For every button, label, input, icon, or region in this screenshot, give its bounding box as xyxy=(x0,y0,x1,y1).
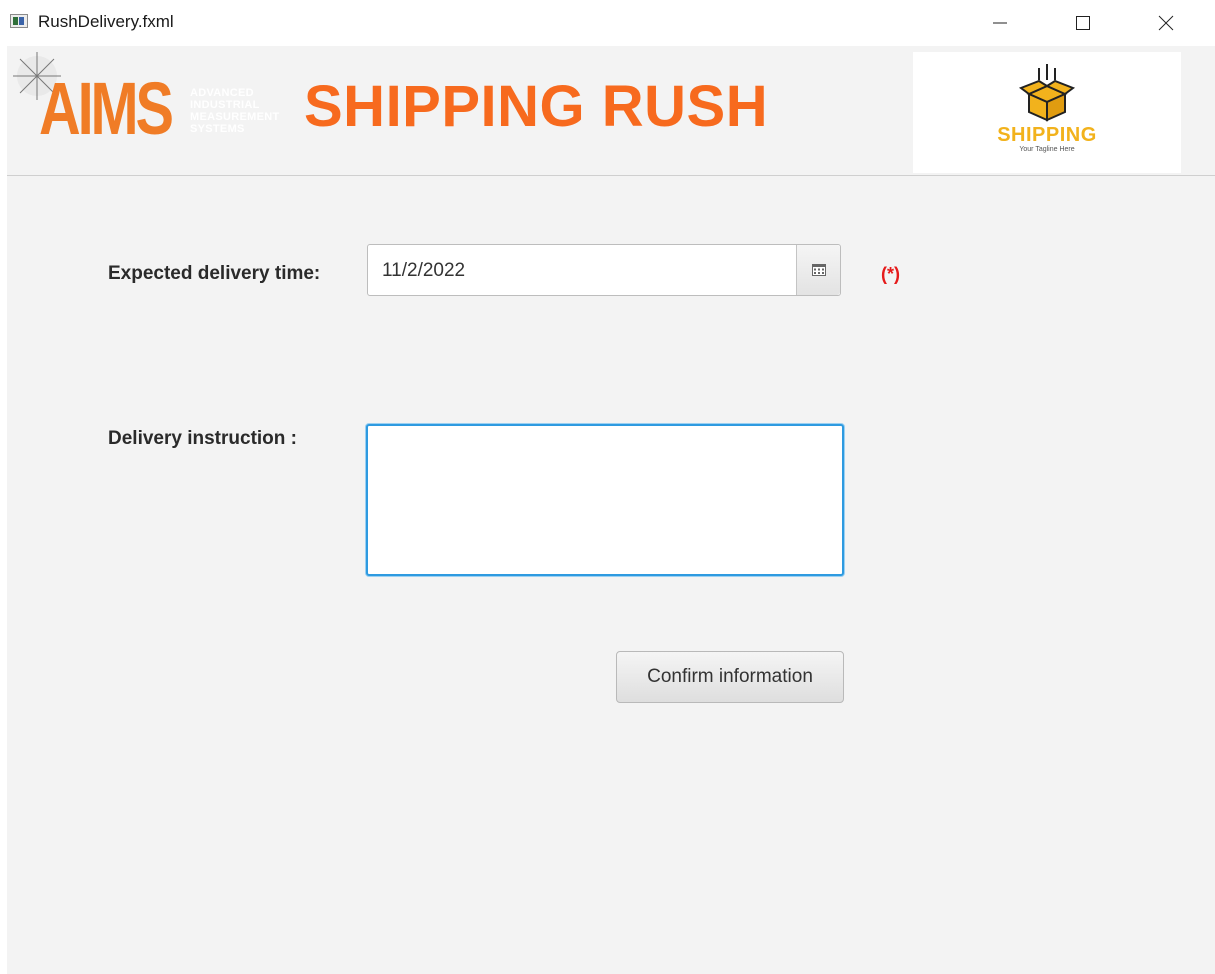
close-button[interactable] xyxy=(1143,0,1189,46)
shipping-logo-word: SHIPPING xyxy=(997,124,1097,146)
maximize-icon xyxy=(1076,16,1090,30)
delivery-date-picker[interactable]: 11/2/2022 xyxy=(367,244,841,296)
calendar-button[interactable] xyxy=(796,245,840,295)
delivery-instruction-label: Delivery instruction : xyxy=(108,428,297,449)
minimize-button[interactable] xyxy=(977,0,1023,46)
calendar-icon xyxy=(811,264,826,276)
delivery-date-value[interactable]: 11/2/2022 xyxy=(382,260,465,282)
confirm-information-button[interactable]: Confirm information xyxy=(616,651,844,703)
title-bar: RushDelivery.fxml xyxy=(0,0,1215,46)
app-icon xyxy=(10,14,28,28)
delivery-instruction-field[interactable] xyxy=(366,424,844,576)
close-icon xyxy=(1158,15,1174,31)
maximize-button[interactable] xyxy=(1060,0,1106,46)
box-icon xyxy=(1018,64,1076,122)
delivery-time-label: Expected delivery time: xyxy=(108,263,321,284)
shipping-logo-tagline: Your Tagline Here xyxy=(1019,146,1075,153)
main-content: AIMS ADVANCED INDUSTRIAL MEASUREMENT SYS… xyxy=(7,46,1215,974)
aims-logo-subtitle: ADVANCED INDUSTRIAL MEASUREMENT SYSTEMS xyxy=(190,87,280,135)
header: AIMS ADVANCED INDUSTRIAL MEASUREMENT SYS… xyxy=(7,46,1215,176)
window-title: RushDelivery.fxml xyxy=(38,12,174,31)
required-marker: (*) xyxy=(881,264,900,284)
minimize-icon xyxy=(993,22,1007,24)
shipping-logo: SHIPPING Your Tagline Here xyxy=(913,52,1181,173)
aims-logo-text: AIMS xyxy=(39,67,174,150)
aims-logo: AIMS ADVANCED INDUSTRIAL MEASUREMENT SYS… xyxy=(9,50,309,170)
page-title: SHIPPING RUSH xyxy=(304,74,769,139)
